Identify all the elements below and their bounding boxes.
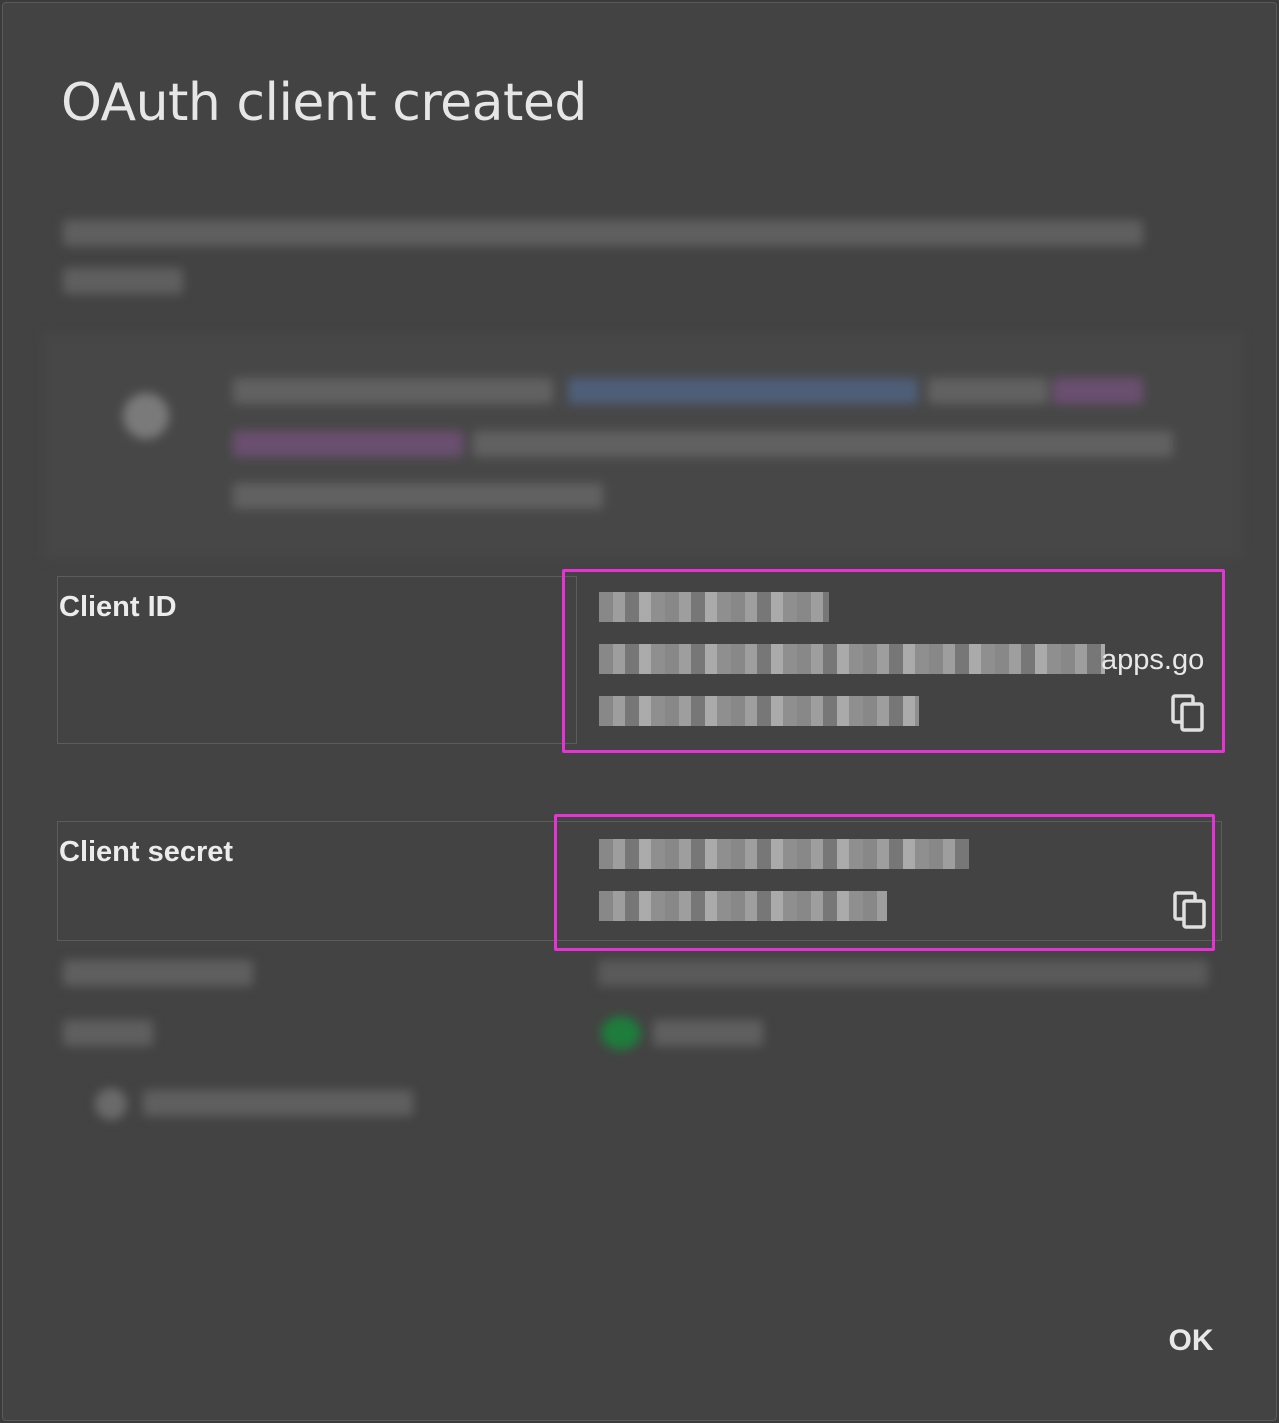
client-secret-redacted-line-1 <box>599 839 969 869</box>
client-id-label: Client ID <box>59 591 177 623</box>
client-secret-label: Client secret <box>59 836 234 868</box>
client-id-redacted-line-2 <box>599 644 1105 674</box>
blurred-notice <box>43 333 1243 558</box>
copy-icon[interactable] <box>1173 891 1207 929</box>
client-id-value-box: apps.go <box>562 569 1225 753</box>
client-id-visible-suffix: apps.go <box>1101 644 1205 676</box>
client-secret-value-box <box>554 814 1215 951</box>
client-id-redacted-line-1 <box>599 592 829 622</box>
blurred-metadata <box>53 938 1233 1138</box>
client-id-redacted-line-3 <box>599 696 919 726</box>
client-secret-redacted-line-2 <box>599 891 887 921</box>
blurred-description <box>43 198 1243 308</box>
dialog-title: OAuth client created <box>61 73 587 133</box>
oauth-created-dialog: OAuth client created Client ID apps.go C… <box>2 2 1277 1421</box>
ok-button[interactable]: OK <box>1153 1313 1229 1369</box>
copy-icon[interactable] <box>1171 694 1205 732</box>
